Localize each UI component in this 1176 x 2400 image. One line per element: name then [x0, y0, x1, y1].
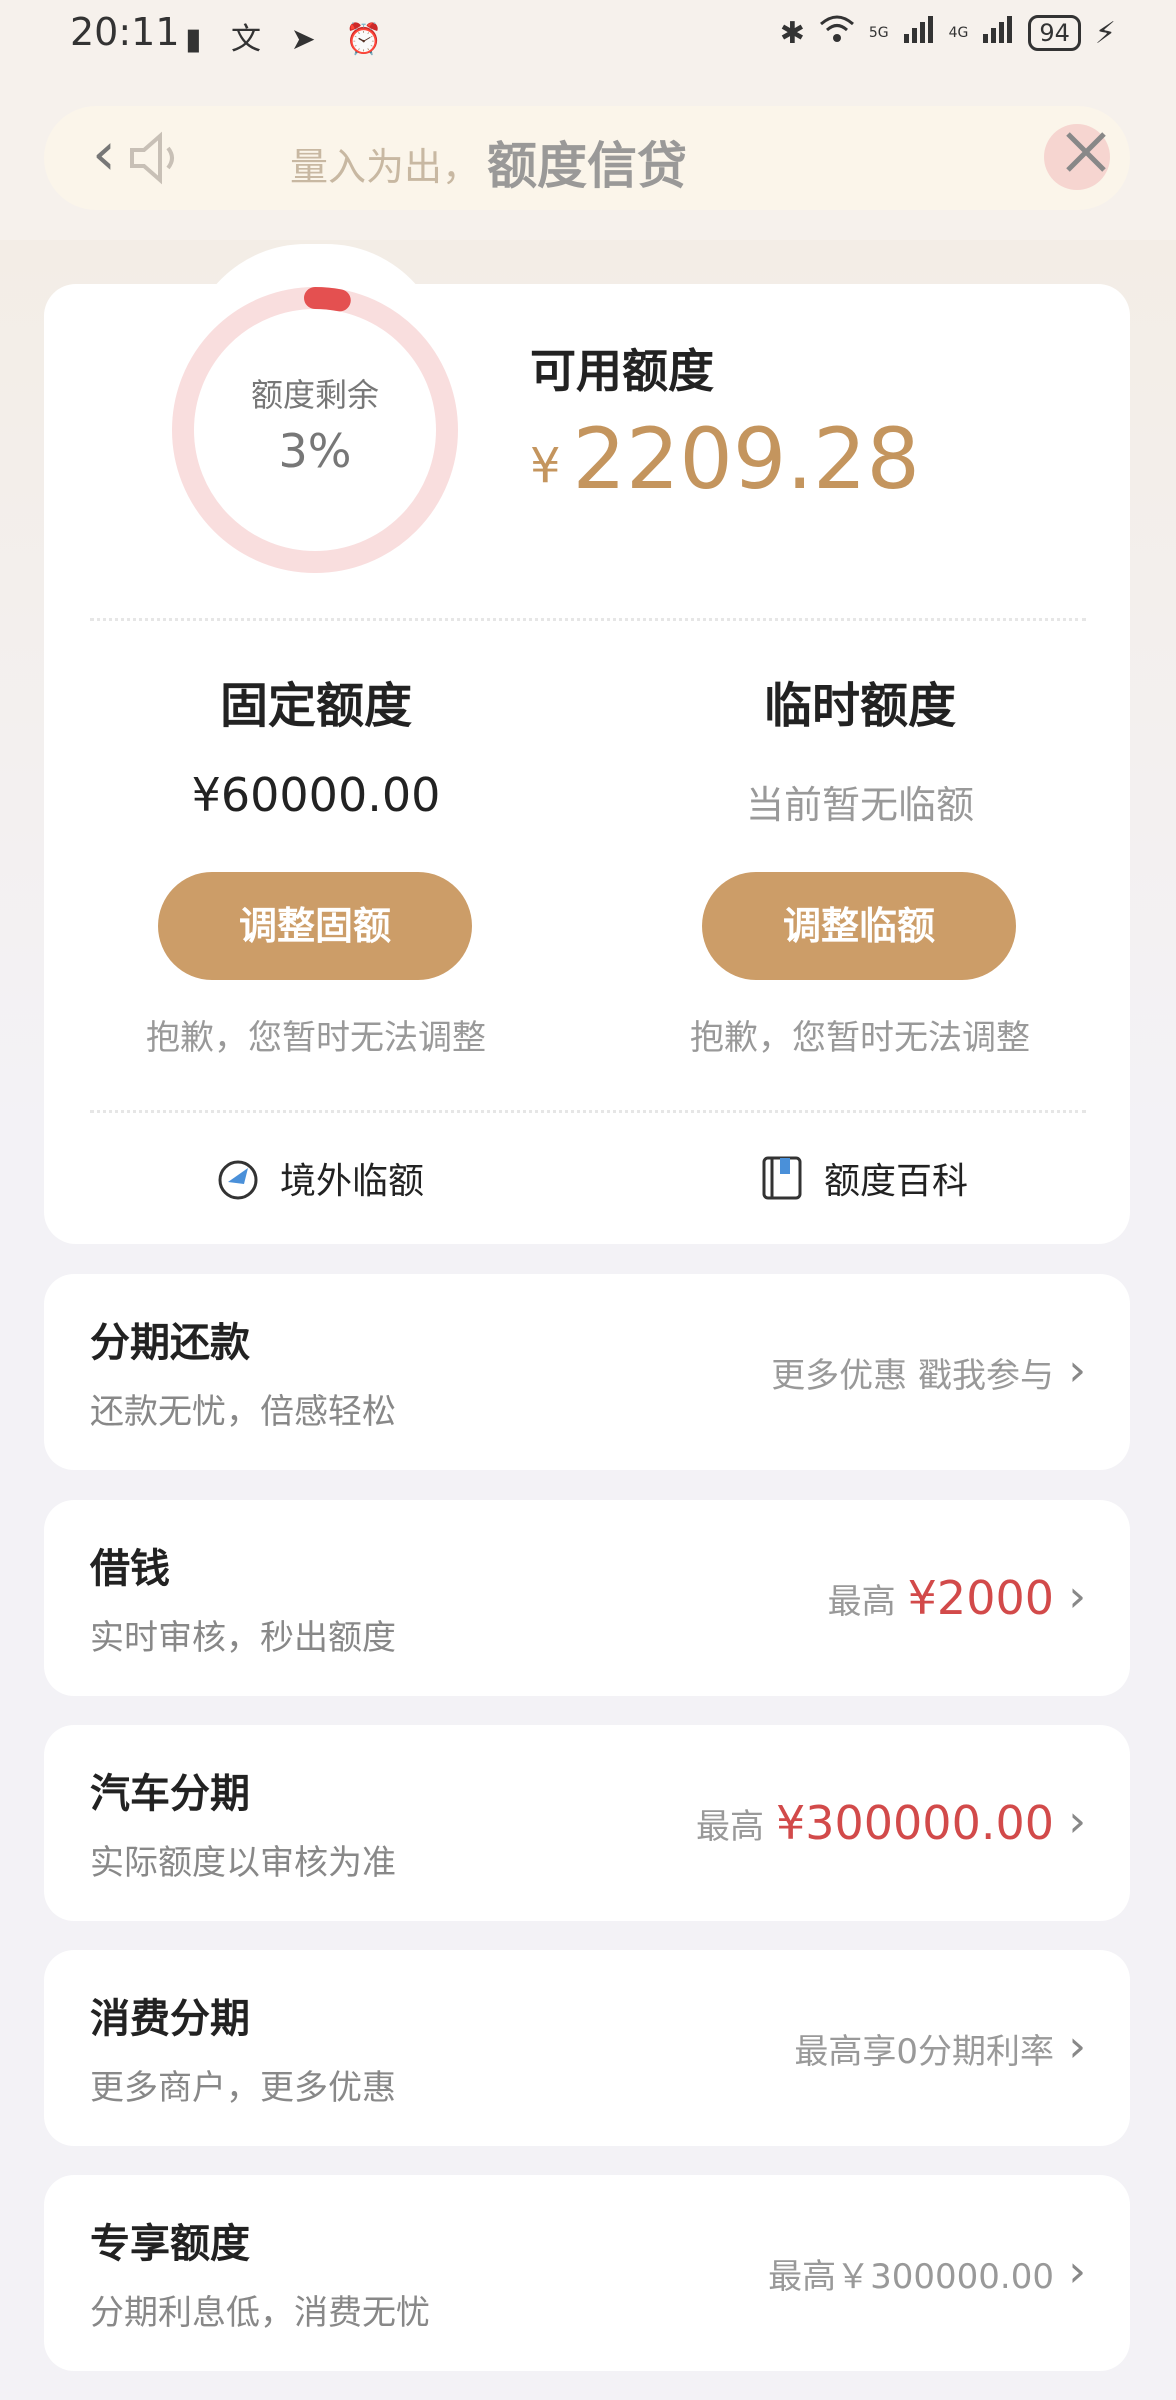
plane-globe-icon: [218, 1160, 258, 1200]
currency-symbol: ¥: [530, 438, 561, 494]
charging-icon: ⚡: [1094, 15, 1116, 51]
item-right-text: 最高享0分期利率: [794, 2031, 1054, 2072]
item-right-amount: ¥2000: [907, 1571, 1054, 1625]
item-title: 借钱: [90, 1546, 170, 1592]
divider: [90, 618, 1086, 621]
item-title: 汽车分期: [90, 1771, 250, 1817]
temp-quota-value: 当前暂无临额: [745, 783, 974, 827]
adjust-fixed-button[interactable]: 调整固额: [158, 872, 472, 980]
item-right-prefix: 最高: [695, 1806, 764, 1847]
item-right-prefix: 最高: [827, 1581, 896, 1622]
item-title: 消费分期: [90, 1996, 250, 2042]
net-5g-label: 5G: [868, 25, 889, 41]
battery-icon: 94: [1028, 15, 1081, 51]
available-amount: ¥2209.28: [530, 410, 920, 508]
item-right-amount: ¥300000.00: [775, 1796, 1054, 1850]
close-icon: [1066, 132, 1106, 172]
adjust-temp-button[interactable]: 调整临额: [702, 872, 1016, 980]
signal-icon-1: [903, 14, 935, 52]
net-4g-label: 4G: [948, 25, 969, 41]
item-subtitle: 分期利息低，消费无忧: [90, 2293, 430, 2333]
item-subtitle: 更多商户，更多优惠: [90, 2068, 396, 2108]
fixed-quota-value: ¥60000.00: [191, 768, 441, 822]
car-installment-item[interactable]: 汽车分期 实际额度以审核为准 最高 ¥300000.00 ›: [44, 1725, 1130, 1921]
quota-encyclopedia-link[interactable]: 额度百科: [758, 1152, 968, 1204]
status-notification-icons: ▮ 文 ➤ ⏰: [185, 22, 393, 57]
consumer-installment-item[interactable]: 消费分期 更多商户，更多优惠 最高享0分期利率 ›: [44, 1950, 1130, 2146]
item-subtitle: 还款无忧，倍感轻松: [90, 1392, 396, 1432]
item-right-text: 最高￥300000.00: [768, 2256, 1054, 2297]
chevron-right-icon: ›: [1068, 2021, 1086, 2072]
installment-repay-item[interactable]: 分期还款 还款无忧，倍感轻松 更多优惠 戳我参与 ›: [44, 1274, 1130, 1470]
page-title: 额度信贷: [487, 137, 687, 195]
item-title: 专享额度: [90, 2221, 250, 2267]
bluetooth-icon: ✱: [779, 15, 805, 51]
status-bar: 20:11 ▮ 文 ➤ ⏰ ✱ 5G 4G 94 ⚡: [0, 0, 1176, 70]
close-button[interactable]: [1054, 120, 1118, 201]
available-label: 可用额度: [530, 344, 714, 398]
chevron-right-icon: ›: [1068, 1796, 1086, 1847]
item-right-text: 更多优惠 戳我参与: [771, 1355, 1054, 1396]
signal-icon-2: [982, 14, 1014, 52]
available-value: 2209.28: [572, 410, 920, 508]
wifi-icon: [819, 14, 855, 52]
item-title: 分期还款: [90, 1320, 250, 1366]
temp-quota-title: 临时额度: [763, 678, 956, 734]
top-header: ‹ 量入为出， 额度信贷: [44, 106, 1130, 210]
overseas-quota-link[interactable]: 境外临额: [214, 1152, 424, 1204]
quota-encyclopedia-label: 额度百科: [824, 1161, 969, 1202]
divider: [90, 1110, 1086, 1113]
status-right-icons: ✱ 5G 4G 94 ⚡: [780, 14, 1116, 52]
chevron-right-icon: ›: [1068, 1571, 1086, 1622]
exclusive-quota-item[interactable]: 专享额度 分期利息低，消费无忧 最高￥300000.00 ›: [44, 2175, 1130, 2371]
fixed-quota-title: 固定额度: [219, 678, 412, 734]
temp-adjust-note: 抱歉，您暂时无法调整: [690, 1018, 1030, 1058]
status-time: 20:11: [70, 10, 180, 54]
item-subtitle: 实时审核，秒出额度: [90, 1618, 396, 1658]
chevron-right-icon: ›: [1068, 2246, 1086, 2297]
fixed-adjust-note: 抱歉，您暂时无法调整: [146, 1018, 486, 1058]
overseas-quota-label: 境外临额: [280, 1161, 425, 1202]
chevron-right-icon: ›: [1068, 1345, 1086, 1396]
ring-percent: 3%: [278, 424, 352, 478]
ring-label: 额度剩余: [250, 376, 379, 414]
item-subtitle: 实际额度以审核为准: [90, 1843, 396, 1883]
book-icon: [762, 1156, 802, 1200]
borrow-money-item[interactable]: 借钱 实时审核，秒出额度 最高 ¥2000 ›: [44, 1500, 1130, 1696]
